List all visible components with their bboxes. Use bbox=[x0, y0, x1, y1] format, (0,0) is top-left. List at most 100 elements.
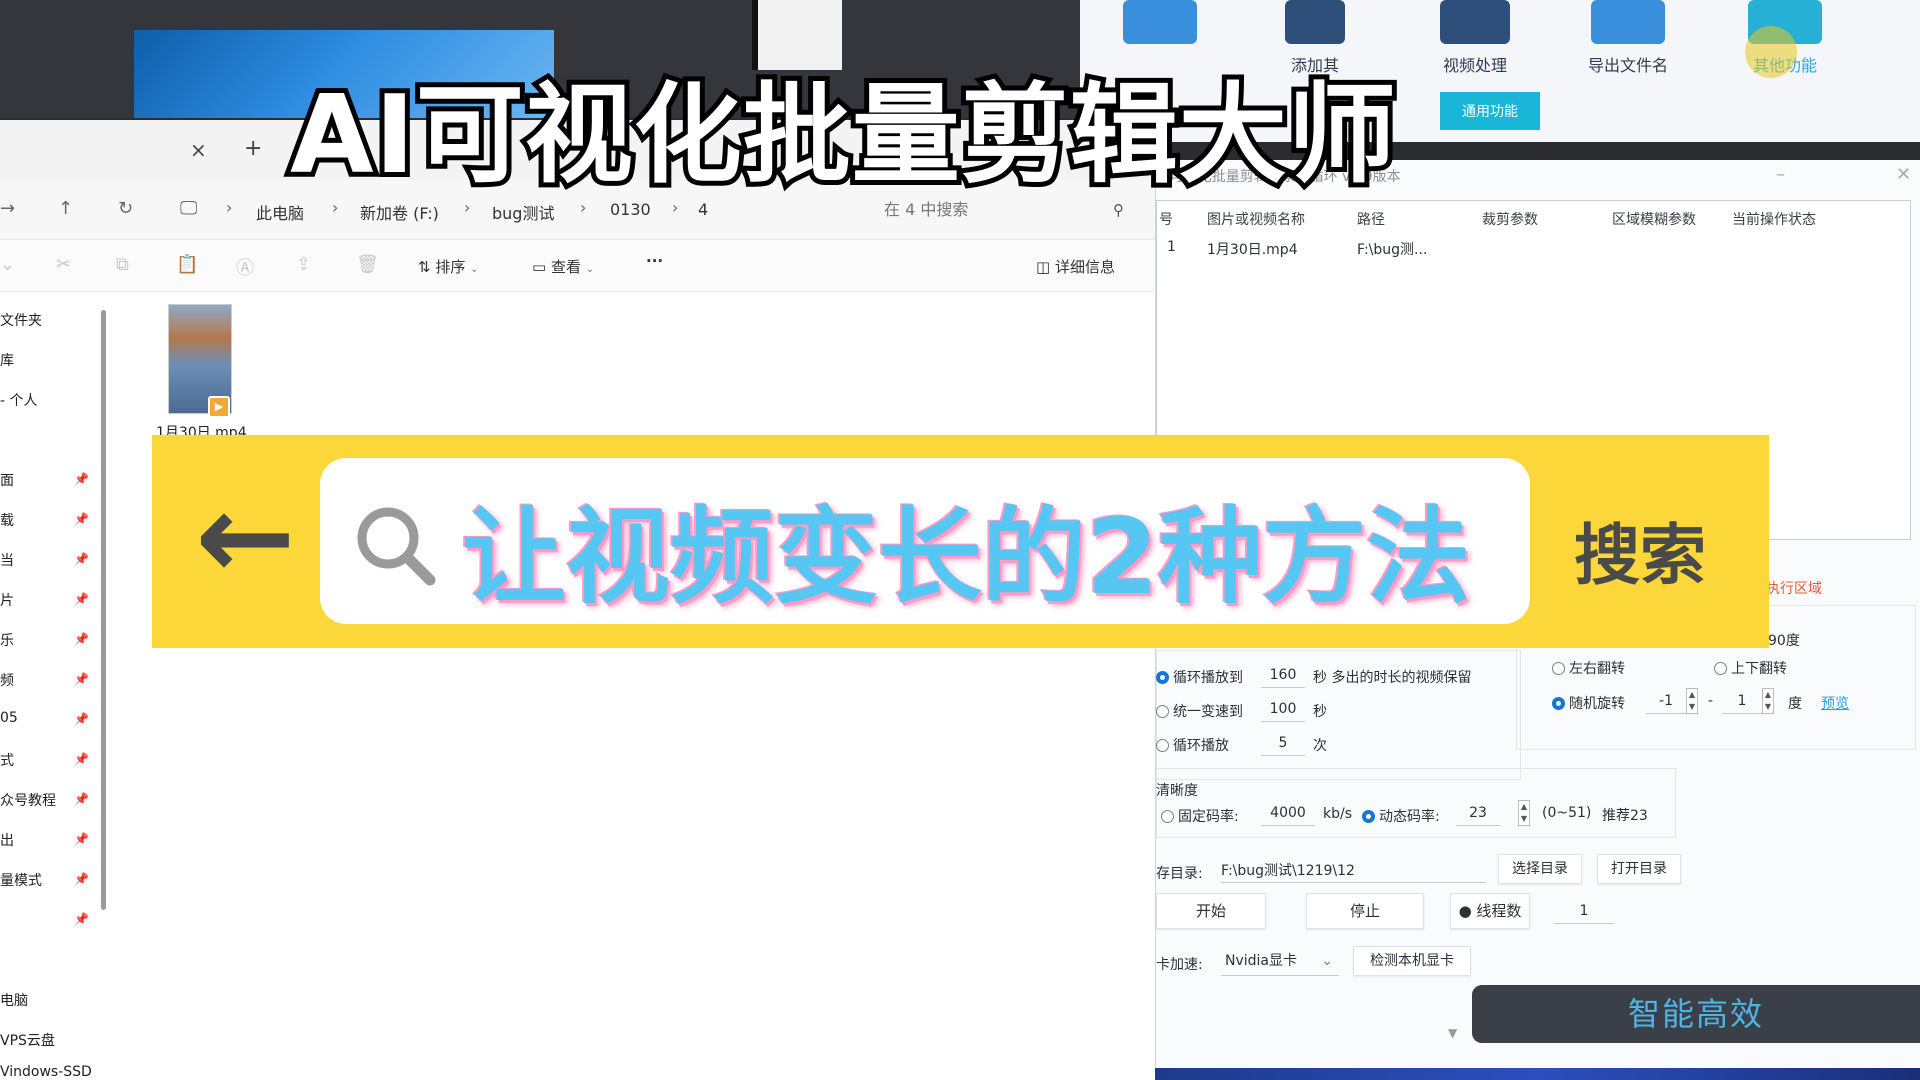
flip-ud-option[interactable]: 上下翻转 bbox=[1714, 658, 1787, 678]
pin-icon: 📌 bbox=[74, 792, 89, 806]
save-dir-input[interactable] bbox=[1221, 857, 1486, 883]
preview-link[interactable]: 预览 bbox=[1821, 693, 1849, 713]
forward-icon[interactable]: → bbox=[0, 198, 15, 219]
sliders-icon bbox=[1440, 0, 1510, 44]
nav-item-cloud[interactable]: VPS云盘 bbox=[0, 1030, 55, 1050]
chevron-down-icon[interactable]: ⌄ bbox=[0, 254, 15, 275]
view-icon: ▭ bbox=[532, 258, 551, 276]
detect-gpu-button[interactable]: 检测本机显卡 bbox=[1353, 946, 1471, 976]
nav-item[interactable]: 式 bbox=[0, 750, 14, 770]
new-tab-icon[interactable]: + bbox=[244, 136, 262, 161]
fixed-bitrate-input[interactable] bbox=[1261, 800, 1315, 826]
back-arrow-icon[interactable]: ← bbox=[195, 478, 296, 598]
general-function-button[interactable]: 通用功能 bbox=[1440, 92, 1540, 130]
nav-item[interactable]: 文件夹 bbox=[0, 310, 42, 330]
taskbar-fragment bbox=[1155, 1068, 1920, 1080]
loop-to-option[interactable]: 循环播放到 bbox=[1156, 667, 1243, 687]
tool-video-process[interactable]: 视频处理 bbox=[1415, 0, 1535, 80]
search-button[interactable]: 搜索 bbox=[1574, 502, 1706, 598]
export-icon bbox=[1591, 0, 1665, 44]
nav-item[interactable]: 众号教程 bbox=[0, 790, 56, 810]
cell-name: 1月30日.mp4 bbox=[1207, 242, 1298, 258]
loop-play-input[interactable] bbox=[1261, 730, 1305, 756]
rotate-min-input[interactable] bbox=[1646, 688, 1686, 714]
delete-icon[interactable]: 🗑 bbox=[356, 254, 379, 275]
threads-input[interactable] bbox=[1554, 898, 1614, 924]
more-options-button[interactable]: ··· bbox=[646, 252, 663, 270]
nav-item[interactable]: 库 bbox=[0, 350, 14, 370]
loop-play-option[interactable]: 循环播放 bbox=[1156, 735, 1229, 755]
cursor-highlight bbox=[1745, 26, 1797, 78]
dynamic-bitrate-option[interactable]: 动态码率: bbox=[1362, 806, 1440, 826]
view-label: 查看 bbox=[550, 258, 581, 276]
rotate-min-spinner[interactable]: ▲ ▼ bbox=[1686, 688, 1698, 714]
chevron-down-icon: ⌄ bbox=[585, 264, 595, 275]
nav-item[interactable]: 载 bbox=[0, 510, 14, 530]
col-header-crop: 裁剪参数 bbox=[1482, 212, 1538, 228]
pin-icon: 📌 bbox=[74, 592, 89, 606]
nav-item[interactable]: 面 bbox=[0, 470, 14, 490]
details-button[interactable]: ◫ 详细信息 bbox=[1036, 256, 1115, 277]
loop-to-input[interactable] bbox=[1261, 662, 1305, 688]
radio-selected-icon bbox=[1156, 671, 1169, 684]
up-icon[interactable]: ↑ bbox=[58, 198, 73, 219]
speed-to-option[interactable]: 统一变速到 bbox=[1156, 701, 1243, 721]
computer-icon: 🖵 bbox=[180, 198, 198, 219]
choose-dir-button[interactable]: 选择目录 bbox=[1498, 854, 1582, 884]
col-header-path: 路径 bbox=[1357, 212, 1385, 228]
copy-icon[interactable]: ⧉ bbox=[116, 254, 129, 275]
nav-scrollbar[interactable] bbox=[101, 310, 106, 910]
tool-other[interactable]: 其他功能 bbox=[1725, 0, 1845, 80]
share-icon[interactable]: ⇪ bbox=[296, 254, 311, 275]
rename-icon[interactable]: Ⓐ bbox=[236, 254, 254, 280]
open-dir-button[interactable]: 打开目录 bbox=[1597, 854, 1681, 884]
rotate-range-dash: - bbox=[1708, 693, 1714, 709]
gpu-select[interactable]: Nvidia显卡 ⌄ bbox=[1221, 948, 1339, 976]
nav-item-drive[interactable]: Vindows-SSD bbox=[0, 1064, 92, 1080]
chevron-right-icon: › bbox=[226, 198, 233, 217]
stop-button[interactable]: 停止 bbox=[1306, 893, 1424, 929]
tab-close-icon[interactable]: × bbox=[190, 138, 207, 162]
fixed-bitrate-option[interactable]: 固定码率: bbox=[1161, 806, 1239, 826]
cut-icon[interactable]: ✂ bbox=[56, 254, 71, 275]
nav-item[interactable]: 出 bbox=[0, 830, 14, 850]
loop-play-suffix: 次 bbox=[1313, 738, 1327, 754]
clarity-label: 清晰度 bbox=[1156, 783, 1198, 799]
add-icon bbox=[1285, 0, 1345, 44]
random-rotate-option[interactable]: 随机旋转 bbox=[1552, 693, 1625, 713]
nav-item[interactable]: 当 bbox=[0, 550, 14, 570]
scroll-down-icon[interactable]: ▼ bbox=[1448, 1026, 1457, 1040]
radio-icon bbox=[1156, 739, 1169, 752]
col-header-name: 图片或视频名称 bbox=[1207, 212, 1305, 228]
refresh-icon[interactable]: ↻ bbox=[118, 198, 133, 219]
chevron-down-icon: ⌄ bbox=[470, 264, 479, 275]
sort-button[interactable]: ⇅ 排序 ⌄ bbox=[418, 256, 479, 277]
radio-icon bbox=[1161, 810, 1174, 823]
dynamic-bitrate-input[interactable] bbox=[1456, 800, 1500, 826]
flip-lr-label: 左右翻转 bbox=[1569, 661, 1625, 677]
flip-lr-option[interactable]: 左右翻转 bbox=[1552, 658, 1625, 678]
pin-icon: 📌 bbox=[74, 912, 89, 926]
search-icon bbox=[357, 507, 436, 586]
dynamic-bitrate-spinner[interactable]: ▲ ▼ bbox=[1518, 800, 1530, 826]
nav-item[interactable]: - 个人 bbox=[0, 390, 38, 410]
degree-unit: 度 bbox=[1788, 696, 1802, 712]
nav-item[interactable]: 片 bbox=[0, 590, 14, 610]
paste-icon[interactable]: 📋 bbox=[176, 254, 198, 275]
nav-item[interactable]: 量模式 bbox=[0, 870, 42, 890]
start-button[interactable]: 开始 bbox=[1156, 893, 1266, 929]
speed-to-label: 统一变速到 bbox=[1173, 704, 1243, 720]
window-minimize-icon[interactable]: – bbox=[1776, 164, 1785, 185]
tool-export-name[interactable]: 导出文件名 bbox=[1568, 0, 1688, 80]
speed-to-input[interactable] bbox=[1261, 696, 1305, 722]
nav-item[interactable]: 乐 bbox=[0, 630, 14, 650]
rotate-max-spinner[interactable]: ▲ ▼ bbox=[1762, 688, 1774, 714]
rotate-max-input[interactable] bbox=[1722, 688, 1762, 714]
nav-item-this-pc[interactable]: 电脑 bbox=[0, 990, 28, 1010]
nav-item[interactable]: 05 bbox=[0, 710, 18, 726]
view-button[interactable]: ▭ 查看 ⌄ bbox=[532, 256, 594, 277]
window-close-icon[interactable]: ✕ bbox=[1896, 164, 1911, 185]
nav-item[interactable]: 频 bbox=[0, 670, 14, 690]
pin-icon: 📌 bbox=[74, 632, 89, 646]
radio-selected-icon bbox=[1552, 697, 1565, 710]
